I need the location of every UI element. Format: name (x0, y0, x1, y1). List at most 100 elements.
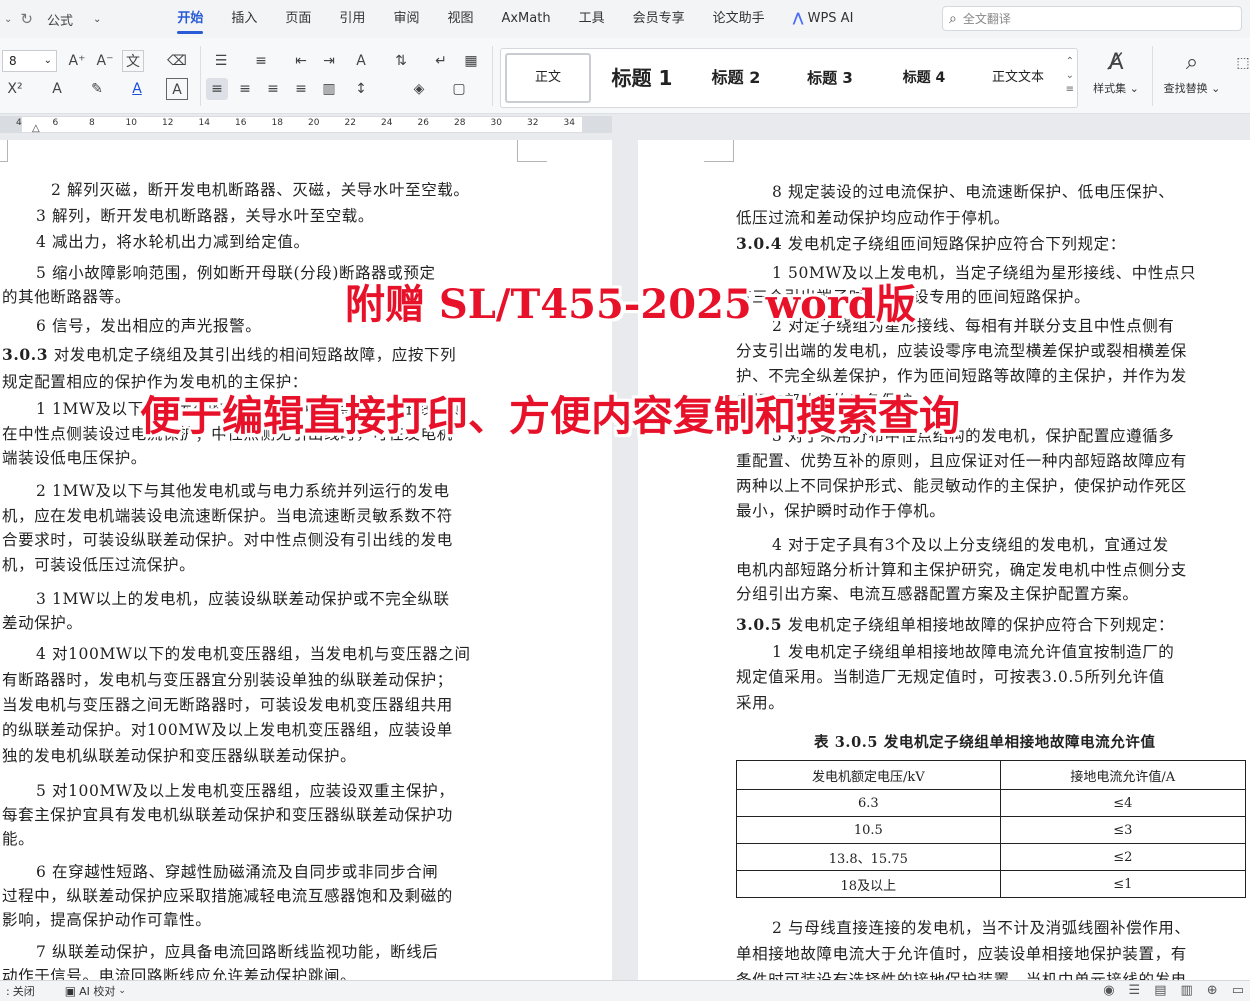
table-row: 18及以上 ≤1 (736, 870, 1247, 898)
tab-0[interactable]: 开始 (163, 0, 217, 38)
wps-ai-tab[interactable]: ⋀ WPS AI (779, 0, 868, 38)
decrease-indent-icon[interactable]: ⇤ (290, 50, 312, 72)
text-line: 机，应在发电机端装设电流速断保护。当电流速断灵敏系数不符 (2, 507, 453, 525)
font-size-select[interactable]: 8 ⌄ (2, 50, 57, 72)
style-heading-3[interactable]: 标题 3 (785, 49, 875, 107)
tab-8[interactable]: 会员专享 (619, 0, 699, 38)
style-heading-2[interactable]: 标题 2 (691, 49, 781, 107)
char-border-icon[interactable]: A (166, 78, 188, 100)
ai-proofread-button[interactable]: ▣ AI 校对 ⌄ (65, 983, 126, 999)
numbered-list-icon[interactable]: ≡ (250, 50, 272, 72)
align-center-icon[interactable]: ≡ (234, 78, 256, 100)
style-heading-4[interactable]: 标题 4 (879, 49, 969, 107)
redo-icon[interactable]: ↻ (20, 10, 33, 28)
bullet-list-icon[interactable]: ☰ (210, 50, 232, 72)
text-line: 端装设低电压保护。 (2, 449, 147, 467)
promo-banner-subtitle: 便于编辑直接打印、方便内容复制和搜索查询 (140, 392, 960, 440)
tab-5[interactable]: 视图 (433, 0, 487, 38)
margin-corner (0, 140, 8, 162)
table-cell: 13.8、15.75 (736, 843, 1001, 871)
page-left[interactable]: 2 解列灭磁，断开发电机断路器、灭磁，关导水叶至空载。 3 解列，断开发电机断路… (0, 140, 612, 980)
text-line: 两种以上不同保护形式、能灵敏动作的主保护，使保护动作死区 (736, 477, 1187, 495)
tab-1[interactable]: 插入 (217, 0, 271, 38)
ruler-tick-label: 22 (344, 118, 356, 128)
distribute-icon[interactable]: ▥ (318, 78, 340, 100)
gallery-scroll-icon[interactable]: ⌃ ⌄ ≡ (1066, 55, 1074, 97)
clear-format-icon[interactable]: ⌫ (166, 50, 188, 72)
text-effect-icon[interactable]: A (46, 78, 68, 100)
font-size-value: 8 (9, 54, 17, 68)
current-limit-table: 发电机额定电压/kV 接地电流允许值/A 6.3 ≤4 10.5 ≤3 13.8… (736, 760, 1247, 898)
table-header: 接地电流允许值/A (999, 760, 1247, 790)
page-right[interactable]: 8 规定装设的过电流保护、电流速断保护、低电压保护、 低压过流和差动保护均应动作… (638, 140, 1250, 980)
eye-icon[interactable]: ◉ (1103, 983, 1114, 998)
separator (200, 46, 201, 106)
read-view-icon[interactable]: ▭ (1232, 983, 1244, 998)
search-input[interactable]: ⌕ 全文翻译 (942, 6, 1242, 31)
line-spacing-icon[interactable]: ↕ (350, 78, 372, 100)
text-line: 单相接地故障电流大于允许值时，应装设单相接地保护装置，有 (736, 945, 1187, 963)
highlight-icon[interactable]: ✎ (86, 78, 108, 100)
shading-icon[interactable]: ◈ (408, 78, 430, 100)
tab-3[interactable]: 引用 (325, 0, 379, 38)
shrink-font-icon[interactable]: A⁻ (94, 50, 116, 72)
table-icon[interactable]: ▦ (460, 50, 482, 72)
wps-ai-label: WPS AI (807, 11, 854, 26)
text-line: 过程中，纵联差动保护应采取措施减轻电流互感器饱和及剩磁的 (2, 887, 453, 905)
status-close[interactable]: : 关闭 (6, 983, 35, 999)
increase-indent-icon[interactable]: ⇥ (318, 50, 340, 72)
web-view-icon[interactable]: ⊕ (1207, 983, 1218, 998)
find-replace-button[interactable]: ⌕ 查找替换 ⌄ (1160, 46, 1224, 96)
sort-icon[interactable]: ⇅ (390, 50, 412, 72)
formula-dropdown[interactable]: 公式 ⌄ (47, 10, 101, 29)
clause-text: 发电机定子绕组匝间短路保护应符合下列规定： (787, 235, 1126, 253)
style-body-text[interactable]: 正文文本 (973, 49, 1063, 107)
clause-text: 发电机定子绕组单相接地故障的保护应符合下列规定： (787, 616, 1175, 634)
tab-2[interactable]: 页面 (271, 0, 325, 38)
justify-icon[interactable]: ≡ (290, 78, 312, 100)
clause-305: 3.0.5 发电机定子绕组单相接地故障的保护应符合下列规定： (736, 615, 1174, 635)
style-normal[interactable]: 正文 (505, 53, 591, 103)
tab-9[interactable]: 论文助手 (699, 0, 779, 38)
text-direction-icon[interactable]: A (350, 50, 372, 72)
align-left-icon[interactable]: ≡ (206, 78, 228, 100)
select-icon[interactable]: ⬚ (1232, 52, 1250, 74)
table-header: 发电机额定电压/kV (736, 760, 1001, 790)
text-line: 3 解列，断开发电机断路器，关导水叶至空载。 (36, 207, 374, 225)
text-line: 最小，保护瞬时动作于停机。 (736, 502, 946, 520)
outline-icon[interactable]: ☰ (1129, 983, 1141, 998)
align-right-icon[interactable]: ≡ (262, 78, 284, 100)
horizontal-ruler[interactable]: 4 6 8 10 12 14 16 18 20 22 24 26 28 30 32 34 △ (0, 116, 612, 134)
show-marks-icon[interactable]: ↵ (430, 50, 452, 72)
tab-4[interactable]: 审阅 (379, 0, 433, 38)
text-line: 分支引出端的发电机，应装设零序电流型横差保护或裂相横差保 (736, 342, 1187, 360)
tab-6[interactable]: AxMath (487, 0, 564, 38)
wps-ai-icon: ⋀ (792, 11, 804, 26)
ruler-tick-label: 24 (381, 118, 393, 128)
style-set-button[interactable]: A̸ 样式集 ⌄ (1084, 46, 1148, 96)
font-color-icon[interactable]: A (126, 78, 148, 100)
margin-corner (704, 140, 734, 162)
style-heading-1[interactable]: 标题 1 (597, 49, 687, 107)
page-view-icon[interactable]: ▤ (1154, 983, 1166, 998)
indent-marker-icon[interactable]: △ (32, 123, 40, 134)
text-line: 合要求时，可装设纵联差动保护。对中性点侧没有引出线的发电 (2, 531, 453, 549)
chevron-down-icon[interactable]: ⌄ (4, 14, 12, 25)
text-line: 能。 (2, 830, 35, 848)
phonetic-guide-icon[interactable]: 文 (122, 50, 144, 72)
clause-number: 3.0.3 (2, 345, 49, 364)
table-cell: ≤3 (999, 816, 1247, 844)
table-row: 10.5 ≤3 (736, 816, 1247, 844)
text-line: 独的发电机纵联差动保护和变压器纵联差动保护。 (2, 747, 357, 765)
grow-font-icon[interactable]: A⁺ (66, 50, 88, 72)
book-view-icon[interactable]: ▥ (1181, 983, 1193, 998)
margin-corner (517, 140, 547, 162)
tab-7[interactable]: 工具 (565, 0, 619, 38)
text-line: 4 减出力，将水轮机出力减到给定值。 (36, 233, 310, 251)
superscript-icon[interactable]: X² (4, 78, 26, 100)
ruler-tick-label: 10 (125, 118, 137, 128)
borders-icon[interactable]: ▢ (448, 78, 470, 100)
text-line: 有断路器时，发电机与变压器宜分别装设单独的纵联差动保护； (2, 671, 453, 689)
ruler-tick-label: 34 (563, 118, 575, 128)
text-line: 7 纵联差动保护，应具备电流回路断线监视功能，断线后 (36, 943, 439, 961)
